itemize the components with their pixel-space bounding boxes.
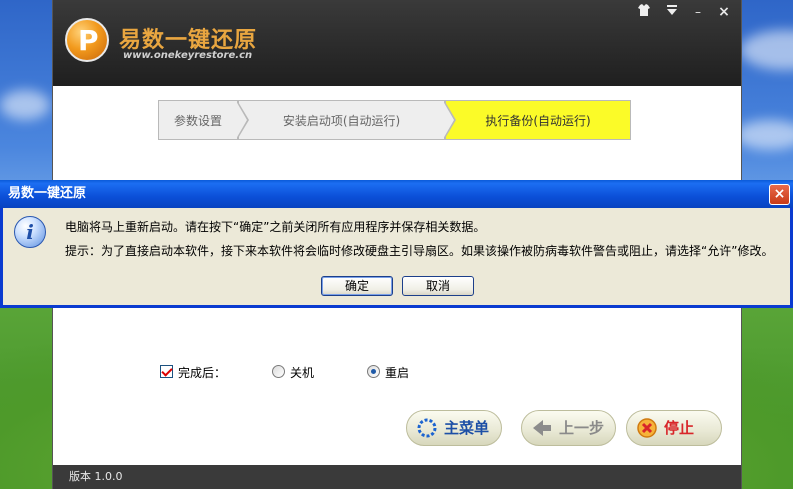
info-icon: i [14, 216, 46, 248]
back-arrow-icon [531, 417, 553, 439]
refresh-icon [416, 417, 438, 439]
stop-button[interactable]: 停止 [626, 410, 722, 446]
app-footer: 版本 1.0.0 [53, 465, 741, 489]
dialog-hint: 提示：为了直接启动本软件，接下来本软件将会临时修改硬盘主引导扇区。如果该操作被防… [65, 244, 774, 258]
restart-radio[interactable] [367, 365, 380, 378]
prev-step-button[interactable]: 上一步 [521, 410, 616, 446]
app-url: www.onekeyrestore.cn [123, 50, 253, 61]
stop-label: 停止 [664, 419, 695, 437]
prev-step-label: 上一步 [559, 419, 605, 437]
main-menu-button[interactable]: 主菜单 [406, 410, 502, 446]
restart-confirm-dialog: 易数一键还原 × i 电脑将马上重新启动。请在按下“确定”之前关闭所有应用程序并… [0, 180, 793, 308]
main-menu-label: 主菜单 [444, 419, 490, 437]
shirt-icon[interactable] [635, 4, 653, 20]
dialog-title-bar[interactable]: 易数一键还原 × [0, 180, 793, 208]
step-label: 执行备份(自动运行) [485, 114, 591, 128]
version-text: 版本 1.0.0 [69, 470, 123, 483]
ok-button[interactable]: 确定 [321, 276, 393, 296]
step-progress: 参数设置 安装启动项(自动运行) 执行备份(自动运行) [158, 100, 633, 140]
dialog-title: 易数一键还原 [8, 186, 87, 201]
shutdown-label: 关机 [290, 366, 315, 380]
cancel-button[interactable]: 取消 [402, 276, 474, 296]
step-run-backup: 执行备份(自动运行) [445, 100, 631, 140]
shutdown-radio[interactable] [272, 365, 285, 378]
app-header: P 易数一键还原 www.onekeyrestore.cn – × [53, 0, 741, 86]
dialog-message: 电脑将马上重新启动。请在按下“确定”之前关闭所有应用程序并保存相关数据。 [65, 220, 486, 234]
app-logo: P [65, 18, 109, 62]
close-icon[interactable]: × [715, 4, 733, 20]
dialog-close-icon[interactable]: × [769, 184, 790, 205]
menu-icon[interactable] [663, 4, 681, 20]
step-install-boot: 安装启动项(自动运行) [238, 100, 456, 140]
step-label: 参数设置 [173, 114, 222, 128]
stop-icon [636, 417, 658, 439]
restart-label: 重启 [385, 366, 410, 380]
minimize-icon[interactable]: – [689, 4, 707, 20]
step-label: 安装启动项(自动运行) [282, 114, 401, 128]
after-finish-options: 完成后： 关机 重启 [160, 362, 440, 382]
after-finish-label: 完成后： [178, 366, 227, 380]
after-finish-checkbox[interactable] [160, 365, 173, 378]
step-params: 参数设置 [158, 100, 249, 140]
